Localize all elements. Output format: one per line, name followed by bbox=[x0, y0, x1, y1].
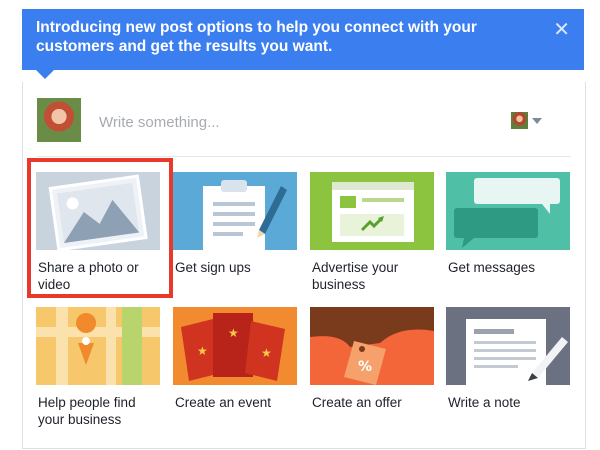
svg-text:★: ★ bbox=[261, 346, 272, 360]
option-label: Create an event bbox=[175, 395, 272, 410]
note-pencil-icon bbox=[446, 307, 570, 385]
option-advertise-business[interactable]: Advertise your business bbox=[310, 172, 434, 302]
clipboard-signup-icon bbox=[173, 172, 297, 250]
svg-text:%: % bbox=[358, 359, 372, 375]
option-help-find-business[interactable]: Help people find your business bbox=[36, 307, 160, 437]
intro-banner: Introducing new post options to help you… bbox=[22, 9, 584, 70]
option-get-messages[interactable]: Get messages bbox=[446, 172, 570, 302]
post-as-avatar bbox=[511, 112, 528, 129]
option-label: Advertise your business bbox=[312, 260, 399, 292]
option-label: Get sign ups bbox=[175, 260, 251, 275]
price-tag-icon: % bbox=[310, 307, 434, 385]
tickets-icon: ★ ★ ★ bbox=[173, 307, 297, 385]
banner-text: Introducing new post options to help you… bbox=[36, 19, 477, 55]
close-icon[interactable]: ✕ bbox=[553, 20, 570, 40]
banner-pointer bbox=[36, 70, 54, 79]
option-write-note[interactable]: Write a note bbox=[446, 307, 570, 437]
svg-text:★: ★ bbox=[197, 344, 208, 358]
option-label: Create an offer bbox=[312, 395, 402, 410]
option-label: Get messages bbox=[448, 260, 536, 275]
post-as-selector[interactable] bbox=[511, 112, 542, 129]
browser-ad-icon bbox=[310, 172, 434, 250]
write-something-input[interactable] bbox=[97, 110, 401, 134]
chat-bubbles-icon bbox=[446, 172, 570, 250]
option-label: Help people find your business bbox=[38, 395, 136, 427]
option-label: Write a note bbox=[448, 395, 521, 410]
map-pin-icon bbox=[36, 307, 160, 385]
option-create-event[interactable]: ★ ★ ★ Create an event bbox=[173, 307, 297, 437]
divider bbox=[37, 156, 571, 157]
svg-text:★: ★ bbox=[228, 326, 239, 340]
highlight-box bbox=[27, 158, 173, 298]
option-create-offer[interactable]: % Create an offer bbox=[310, 307, 434, 437]
avatar[interactable] bbox=[37, 98, 81, 142]
option-get-sign-ups[interactable]: Get sign ups bbox=[173, 172, 297, 302]
chevron-down-icon bbox=[532, 117, 542, 124]
